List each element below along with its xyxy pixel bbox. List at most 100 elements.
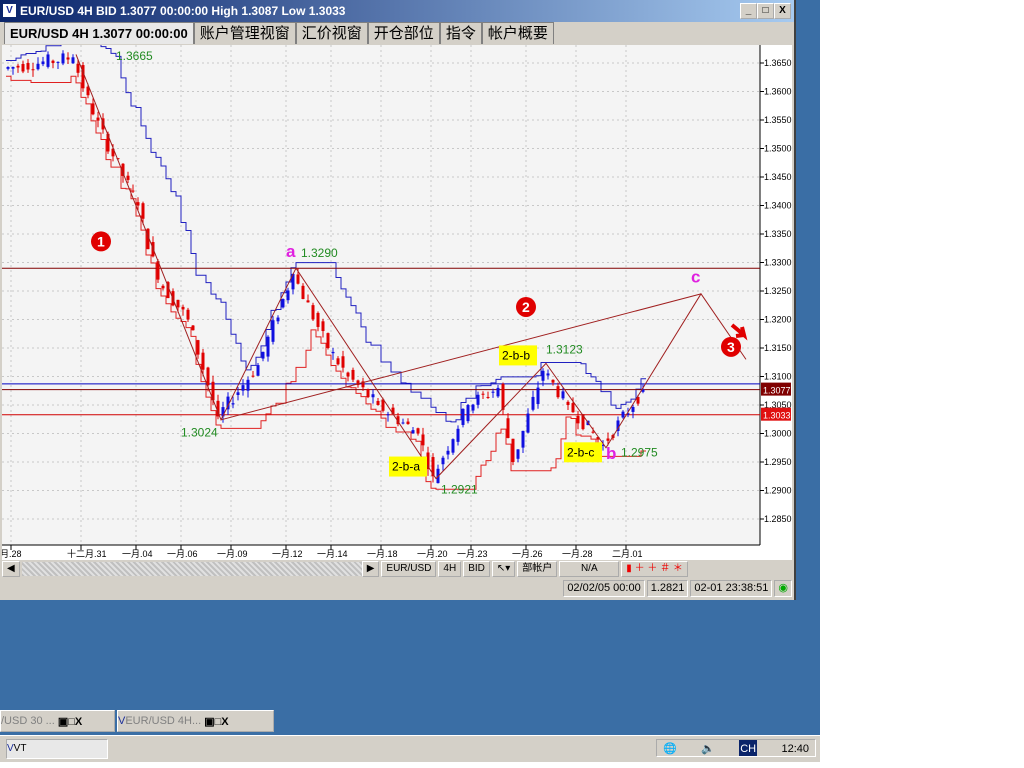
wave-letter: c	[691, 267, 700, 286]
y-tick-label: 1.3450	[764, 172, 792, 182]
y-tick-label: 1.3400	[764, 201, 792, 211]
candle-body	[196, 340, 200, 355]
y-tick-label: 1.3550	[764, 115, 792, 125]
candle-body	[506, 418, 510, 438]
candle-body	[471, 404, 475, 411]
candle-body	[441, 457, 445, 465]
minimized-window-2[interactable]: V EUR/USD 4H... ▣□X	[117, 710, 274, 732]
candle-body	[351, 369, 355, 380]
tab-account-summary[interactable]: 帐户概要	[481, 22, 554, 44]
candle-body	[491, 391, 495, 393]
x-tick-label: 一月.20	[417, 549, 448, 559]
minimize-button[interactable]: _	[740, 3, 757, 19]
candle-body	[16, 65, 20, 68]
candle-body	[191, 325, 195, 331]
candle-body	[476, 394, 480, 405]
app-icon: V	[7, 743, 14, 754]
tab-account-manager[interactable]: 账户管理视窗	[193, 22, 296, 44]
cursor-time: 02/02/05 00:00	[563, 580, 645, 597]
candle-body	[501, 383, 505, 410]
price-chart[interactable]: 1.2850 1.2900 1.2950 1.3000 1.3050 1.3100 1.31…	[0, 44, 792, 560]
taskbar-app-label: VT	[13, 743, 27, 754]
x-tick-label: 一月.14	[317, 549, 348, 559]
tab-orders[interactable]: 指令	[439, 22, 482, 44]
candle-body	[386, 414, 390, 416]
candle-body	[376, 400, 380, 405]
volume-icon[interactable]: 🔈	[701, 740, 715, 756]
close-button[interactable]: X	[774, 3, 791, 19]
bid-button[interactable]: BID	[463, 561, 490, 577]
price-annotation: 1.3290	[301, 246, 338, 260]
network-icon[interactable]: 🌐	[663, 740, 677, 756]
candle-body	[96, 117, 100, 121]
minimized-window-1[interactable]: /USD 30 ... ▣□X	[0, 710, 115, 732]
candle-body	[131, 190, 135, 192]
price-annotation: 1.2921	[441, 482, 478, 496]
candle-body	[61, 53, 65, 64]
price-tag-label: 1.3033	[763, 411, 791, 421]
x-tick-label: 一月.12	[272, 549, 303, 559]
horizontal-scrollbar[interactable]	[21, 562, 362, 576]
candle-body	[66, 57, 70, 60]
candle-body	[461, 408, 465, 425]
y-tick-label: 1.3500	[764, 144, 792, 154]
candle-body	[141, 203, 145, 219]
candle-body	[591, 431, 595, 433]
candle-body	[201, 352, 205, 370]
candle-type-icon[interactable]: ▮ ＋ ＋ ＃ ＊	[621, 561, 688, 577]
tab-open-positions[interactable]: 开仓部位	[367, 22, 440, 44]
chart-toolbar: ◀ ▶ EUR/USD 4H BID ↖▾ 部帐户 N/A ▮ ＋ ＋ ＃ ＊	[2, 560, 792, 578]
system-tray: 🌐 🔈 CH 12:40	[656, 739, 816, 757]
price-annotation: 1.3024	[181, 425, 218, 439]
price-annotation: 1.2975	[621, 445, 658, 459]
candle-body	[91, 103, 95, 115]
scroll-right-button[interactable]: ▶	[361, 561, 380, 577]
candle-body	[161, 285, 165, 289]
candle-body	[281, 298, 285, 308]
candle-body	[541, 370, 545, 381]
candle-body	[481, 393, 485, 395]
taskbar-app-button[interactable]: VVT	[6, 739, 108, 759]
app-icon: V	[3, 4, 16, 17]
language-indicator[interactable]: CH	[739, 740, 758, 756]
candle-body	[451, 439, 455, 453]
candle-body	[366, 389, 370, 398]
candle-body	[311, 305, 315, 320]
period-button[interactable]: 4H	[438, 561, 462, 577]
symbol-button[interactable]: EUR/USD	[381, 561, 437, 577]
y-tick-label: 1.3650	[764, 58, 792, 68]
tab-quotes[interactable]: 汇价视窗	[295, 22, 368, 44]
candle-body	[11, 66, 15, 69]
candle-body	[566, 401, 570, 405]
candle-body	[181, 306, 185, 310]
connection-icon: ◉	[774, 580, 792, 597]
candle-body	[486, 396, 490, 398]
candle-body	[26, 62, 30, 70]
wave-label: 2-b-b	[502, 348, 530, 362]
status-bar: 02/02/05 00:00 1.2821 02-01 23:38:51 ◉	[2, 579, 792, 598]
na-field[interactable]: N/A	[559, 561, 620, 577]
x-tick-label: 一月.18	[367, 549, 398, 559]
candle-body	[551, 379, 555, 383]
maximize-button[interactable]: □	[757, 3, 774, 19]
chart-window: V EUR/USD 4H BID 1.3077 00:00:00 High 1.…	[0, 0, 796, 600]
taskbar: VVT 🌐 🔈 CH 12:40	[0, 735, 820, 762]
candle-body	[621, 411, 625, 418]
candle-body	[206, 367, 210, 386]
candle-body	[326, 333, 330, 348]
y-tick-label: 1.3250	[764, 286, 792, 296]
candle-body	[271, 320, 275, 342]
candle-body	[186, 309, 190, 320]
tab-chart[interactable]: EUR/USD 4H 1.3077 00:00:00	[4, 22, 194, 44]
candle-body	[261, 351, 265, 359]
candle-body	[331, 351, 335, 354]
candle-body	[531, 396, 535, 410]
window-title: EUR/USD 4H BID 1.3077 00:00:00 High 1.30…	[20, 4, 346, 18]
cursor-tool-icon[interactable]: ↖▾	[491, 561, 516, 577]
candle-body	[561, 391, 565, 399]
x-tick-label: 一月.26	[512, 549, 543, 559]
scroll-left-button[interactable]: ◀	[2, 561, 20, 577]
account-button[interactable]: 部帐户	[517, 561, 558, 577]
y-tick-label: 1.3300	[764, 258, 792, 268]
candle-body	[71, 57, 75, 64]
